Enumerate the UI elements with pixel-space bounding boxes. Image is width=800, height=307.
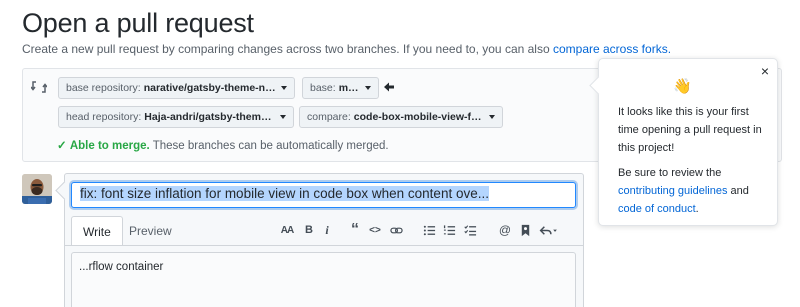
title-input[interactable]: fix: font size inflation for mobile view… — [71, 182, 576, 208]
reply-icon[interactable] — [537, 221, 561, 239]
popover-line-2-and: and — [730, 185, 749, 197]
popover-line-2-prefix: Be sure to review the — [618, 167, 722, 179]
avatar — [22, 174, 52, 204]
link-icon[interactable] — [388, 221, 404, 239]
chevron-down-icon — [280, 115, 286, 119]
body-textarea[interactable]: ...rflow container — [71, 252, 576, 307]
italic-icon[interactable]: i — [319, 221, 335, 239]
code-icon[interactable]: <> — [367, 221, 383, 239]
close-icon[interactable]: × — [761, 63, 769, 79]
base-repository-select[interactable]: base repository: narative/gatsby-theme-n… — [58, 77, 295, 99]
merge-status: ✓ Able to merge. These branches can be a… — [57, 138, 389, 152]
ordered-list-icon[interactable] — [441, 221, 457, 239]
compare-branch-select[interactable]: compare: code-box-mobile-view-font-... — [299, 106, 503, 128]
contributing-guidelines-link[interactable]: contributing guidelines — [618, 185, 727, 197]
popover-line-2-end: . — [695, 203, 699, 215]
merge-ok-label: Able to merge. — [69, 140, 150, 152]
compare-forks-link[interactable]: compare across forks. — [553, 42, 671, 56]
page-subtitle: Create a new pull request by comparing c… — [22, 42, 671, 56]
bookmark-icon[interactable] — [517, 221, 533, 239]
base-branch-value: master — [338, 82, 360, 94]
merge-status-text: These branches can be automatically merg… — [152, 140, 389, 152]
head-repository-label: head repository: — [66, 111, 142, 123]
check-icon: ✓ — [57, 140, 67, 152]
base-branch-select[interactable]: base: master — [302, 77, 379, 99]
popover-message: It looks like this is your first time op… — [618, 103, 768, 225]
popover-line-1: It looks like this is your first time op… — [618, 106, 762, 154]
head-repository-select[interactable]: head repository: Haja-andri/gatsby-theme… — [58, 106, 294, 128]
bold-icon[interactable]: B — [301, 221, 317, 239]
tab-divider — [65, 245, 583, 246]
mention-icon[interactable]: @ — [497, 221, 513, 239]
arrow-left-icon — [384, 82, 394, 92]
pull-request-form: fix: font size inflation for mobile view… — [64, 173, 584, 307]
first-time-contributor-popover: × 👋 It looks like this is your first tim… — [598, 58, 778, 226]
tab-preview[interactable]: Preview — [118, 216, 183, 245]
code-of-conduct-link[interactable]: code of conduct — [618, 203, 696, 215]
compare-branch-value: code-box-mobile-view-font-... — [353, 111, 484, 123]
quote-icon[interactable]: “ — [347, 221, 363, 239]
text-size-icon[interactable]: AA — [279, 221, 295, 239]
compare-arrows-icon — [31, 81, 47, 93]
title-input-value: fix: font size inflation for mobile view… — [80, 186, 489, 201]
head-repository-value: Haja-andri/gatsby-theme-n... — [144, 111, 275, 123]
task-list-icon[interactable] — [462, 221, 478, 239]
subtitle-text: Create a new pull request by comparing c… — [22, 42, 550, 56]
page-title: Open a pull request — [22, 8, 254, 38]
base-branch-label: base: — [310, 82, 336, 94]
base-repository-label: base repository: — [66, 82, 141, 94]
waving-hand-icon: 👋 — [673, 78, 692, 95]
popover-line-2: Be sure to review the contributing guide… — [618, 164, 768, 218]
chevron-down-icon — [489, 115, 495, 119]
user-avatar-image — [22, 174, 52, 204]
compare-branch-label: compare: — [307, 111, 351, 123]
tab-write[interactable]: Write — [71, 216, 123, 246]
chevron-down-icon — [365, 86, 371, 90]
base-repository-value: narative/gatsby-theme-novela — [143, 82, 276, 94]
unordered-list-icon[interactable] — [421, 221, 437, 239]
chevron-down-icon — [281, 86, 287, 90]
